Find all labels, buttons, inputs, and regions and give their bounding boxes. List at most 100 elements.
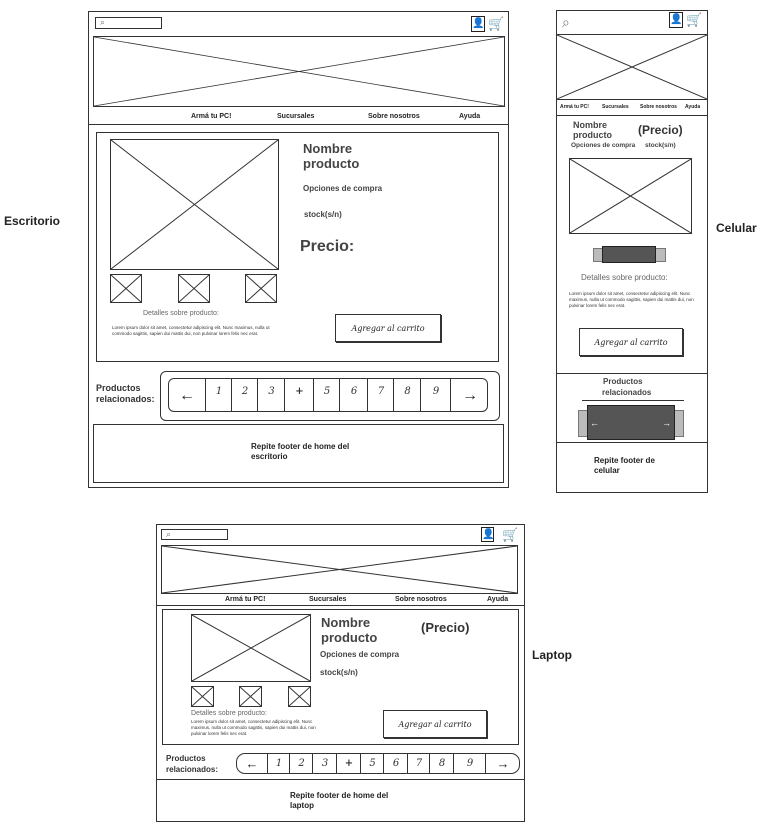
laptop-product-name-2: producto [321,630,378,645]
mobile-main-image [569,158,692,234]
user-icon[interactable]: 👤 [471,16,485,32]
laptop-related-label-2: relacionados: [166,765,219,774]
laptop-search-input[interactable]: ⌕ [161,529,228,540]
page-link[interactable]: + [336,754,361,773]
nav-sucursales[interactable]: Sucursales [309,596,346,603]
nav-nosotros[interactable]: Sobre nosotros [368,113,420,120]
desktop-thumb-2[interactable] [178,274,210,303]
page-link[interactable]: 3 [312,754,337,773]
page-link[interactable]: 2 [289,754,313,773]
mobile-related-underline [582,400,684,401]
user-icon[interactable]: 👤 [481,527,494,542]
page-link[interactable]: 9 [420,379,451,411]
laptop-product-name-1: Nombre [321,615,371,630]
laptop-footer-text-1: Repite footer de home del [290,791,389,800]
desktop-footer-text-1: Repite footer de home del [251,442,350,451]
search-icon: ⌕ [166,529,172,539]
nav-nosotros[interactable]: Sobre nosotros [640,104,677,110]
laptop-banner-placeholder [161,545,518,594]
laptop-stock: stock(s/n) [320,668,358,677]
desktop-nav-divider [88,124,509,125]
mobile-nav-divider [556,115,708,116]
desktop-add-to-cart-button[interactable]: Agregar al carrito [335,314,441,342]
page-link[interactable]: 9 [453,754,486,773]
desktop-product-name-1: Nombre [303,141,353,156]
mobile-buy-options[interactable]: Opciones de compra [571,142,635,150]
mobile-details-text: Lorem ipsum dolor sit amet, consectetur … [569,291,694,308]
laptop-thumb-1[interactable] [191,686,214,707]
page-link[interactable]: 6 [383,754,408,773]
laptop-details-text: Lorem ipsum dolor sit amet, consectetur … [191,719,316,736]
cart-icon[interactable]: 🛒 [502,528,518,541]
desktop-pagination: ← 1 2 3 + 5 6 7 8 9 → [168,378,488,412]
nav-arma[interactable]: Armá tu PC! [191,113,231,120]
desktop-stock: stock(s/n) [304,210,342,219]
laptop-thumb-3[interactable] [288,686,311,707]
page-link[interactable]: 7 [407,754,430,773]
page-link[interactable]: 7 [367,379,394,411]
desktop-details-text: Lorem ipsum dolor sit amet, consectetur … [112,325,270,336]
mobile-add-to-cart-button[interactable]: Agregar al carrito [579,328,683,356]
laptop-add-to-cart-button[interactable]: Agregar al carrito [383,710,487,738]
laptop-prev-arrow[interactable]: ← [237,754,267,773]
page-link[interactable]: 8 [429,754,454,773]
desktop-next-arrow[interactable]: → [450,379,489,411]
page-link[interactable]: + [284,379,314,411]
label-laptop: Laptop [532,648,572,662]
desktop-prev-arrow[interactable]: ← [169,379,205,411]
page-link[interactable]: 6 [339,379,368,411]
desktop-footer-text-2: escritorio [251,452,288,461]
laptop-buy-options[interactable]: Opciones de compra [320,650,399,659]
mobile-price: (Precio) [638,123,683,137]
mobile-related-label-2: relacionados [602,388,652,397]
desktop-thumb-3[interactable] [245,274,277,303]
mobile-banner-placeholder [556,34,708,100]
nav-sucursales[interactable]: Sucursales [602,104,629,110]
nav-ayuda[interactable]: Ayuda [459,113,480,120]
mobile-related-next[interactable]: → [662,418,671,428]
page-link[interactable]: 3 [257,379,285,411]
desktop-details-title: Detalles sobre producto: [143,310,219,317]
nav-nosotros[interactable]: Sobre nosotros [395,596,447,603]
desktop-product-name-2: producto [303,156,360,171]
laptop-footer-divider [156,779,525,780]
page-link[interactable]: 1 [205,379,232,411]
label-celular: Celular [716,221,757,235]
laptop-nav-divider [156,605,525,606]
page-link[interactable]: 5 [313,379,340,411]
desktop-related-label-1: Productos [96,383,141,393]
label-escritorio: Escritorio [4,214,61,228]
cart-icon[interactable]: 🛒 [488,17,504,30]
nav-arma[interactable]: Armá tu PC! [560,104,589,110]
mobile-footer-text-1: Repite footer de [594,456,655,465]
page-link[interactable]: 2 [231,379,258,411]
desktop-related-label-2: relacionados: [96,394,155,404]
nav-ayuda[interactable]: Ayuda [487,596,508,603]
laptop-thumb-2[interactable] [239,686,262,707]
desktop-main-image [110,139,279,270]
desktop-footer [93,424,504,483]
desktop-search-input[interactable]: ⌕ [95,17,162,29]
mobile-product-name-2: producto [573,130,612,140]
mobile-related-prev[interactable]: ← [590,418,599,428]
laptop-footer-text-2: laptop [290,801,314,810]
laptop-related-label-1: Productos [166,754,206,763]
mobile-slider-active[interactable] [602,246,656,263]
page-link[interactable]: 8 [393,379,421,411]
mobile-related-divider-top [556,373,708,374]
laptop-next-arrow[interactable]: → [485,754,520,773]
nav-arma[interactable]: Armá tu PC! [225,596,265,603]
desktop-thumb-1[interactable] [110,274,142,303]
mobile-related-label-1: Productos [603,377,643,386]
desktop-price: Precio: [300,238,355,255]
user-icon[interactable]: 👤 [669,12,683,28]
page-link[interactable]: 1 [267,754,290,773]
page-link[interactable]: 5 [360,754,384,773]
nav-ayuda[interactable]: Ayuda [685,104,700,110]
search-icon[interactable]: ⌕ [562,15,570,30]
mobile-footer-text-2: celular [594,466,620,475]
cart-icon[interactable]: 🛒 [686,13,702,26]
desktop-banner-placeholder [93,36,505,107]
nav-sucursales[interactable]: Sucursales [277,113,314,120]
desktop-buy-options[interactable]: Opciones de compra [303,184,382,193]
